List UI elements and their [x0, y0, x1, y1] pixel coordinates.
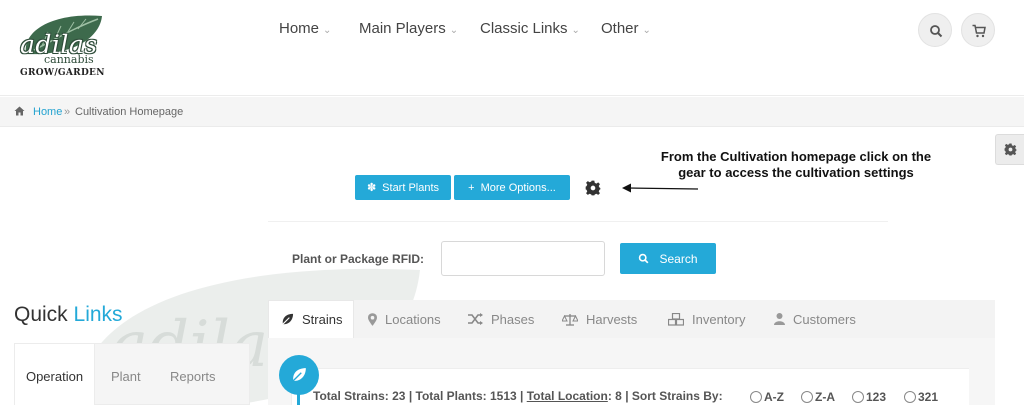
- tab-reports[interactable]: Reports: [170, 344, 216, 405]
- annotation-note: From the Cultivation homepage click on t…: [660, 149, 932, 180]
- nav-item-classic-links[interactable]: Classic Links ⌄: [480, 20, 580, 37]
- sprout-icon: ✽: [366, 182, 377, 194]
- shuffle-icon: [468, 313, 483, 325]
- sort-option-z-a[interactable]: Z-A: [801, 390, 835, 404]
- tab-inventory[interactable]: Inventory: [668, 300, 745, 338]
- search-submit-button[interactable]: Search: [620, 243, 716, 274]
- side-settings-tab[interactable]: [995, 134, 1024, 165]
- sort-option-a-z[interactable]: A-Z: [750, 390, 784, 404]
- cultivation-settings-gear-icon[interactable]: [585, 180, 601, 196]
- total-plants: Total Plants: 1513: [415, 389, 517, 403]
- chevron-down-icon: ⌄: [323, 25, 332, 36]
- scale-icon: [562, 313, 578, 326]
- leaf-icon: [291, 368, 306, 383]
- search-icon: [930, 25, 943, 38]
- radio-icon: [904, 391, 916, 403]
- start-plants-button[interactable]: ✽ Start Plants: [355, 175, 451, 200]
- nav-item-home[interactable]: Home ⌄: [279, 20, 331, 37]
- sort-label: Sort Strains By:: [631, 389, 723, 403]
- section-divider: [268, 221, 888, 222]
- total-location-link[interactable]: Total Location: [527, 389, 608, 403]
- adilas-logo[interactable]: adilas cannabis GROW/GARDEN: [14, 10, 110, 80]
- cultivation-tabs: Strains Locations Phases Harvests Invent…: [268, 300, 995, 338]
- radio-icon: [750, 391, 762, 403]
- leaf-icon: [281, 313, 294, 326]
- breadcrumb: Home » Cultivation Homepage: [0, 97, 1024, 127]
- gear-icon: [1004, 143, 1017, 156]
- sort-option-123[interactable]: 123: [852, 390, 886, 404]
- cart-icon: [972, 24, 986, 38]
- chevron-down-icon: ⌄: [642, 25, 651, 36]
- search-icon: [639, 253, 649, 264]
- map-pin-icon: [368, 312, 377, 326]
- quick-links-title: Quick Links: [14, 303, 123, 326]
- search-button[interactable]: [918, 13, 952, 47]
- radio-icon: [801, 391, 813, 403]
- nav-item-other[interactable]: Other ⌄: [601, 20, 651, 37]
- annotation-arrow-icon: [622, 183, 699, 193]
- site-header: adilas cannabis GROW/GARDEN Home ⌄ Main P…: [0, 0, 1024, 96]
- logo-tagline: GROW/GARDEN: [20, 68, 105, 78]
- cart-button[interactable]: [961, 13, 995, 47]
- tab-phases[interactable]: Phases: [468, 300, 534, 338]
- radio-icon: [852, 391, 864, 403]
- breadcrumb-home-link[interactable]: Home: [33, 106, 62, 118]
- tab-strains[interactable]: Strains: [268, 300, 354, 338]
- home-icon: [14, 106, 25, 116]
- cubes-icon: [668, 312, 684, 326]
- breadcrumb-separator: »: [64, 106, 71, 118]
- tab-plant[interactable]: Plant: [111, 344, 141, 405]
- more-options-button[interactable]: + More Options...: [454, 175, 570, 200]
- user-icon: [774, 313, 785, 325]
- logo-subtitle: cannabis: [44, 53, 94, 66]
- quick-links-tabs: Operation Plant Reports: [14, 343, 250, 405]
- total-strains: Total Strains: 23: [313, 389, 406, 403]
- timeline-stem: [297, 394, 300, 405]
- plus-icon: +: [468, 181, 475, 194]
- tab-harvests[interactable]: Harvests: [562, 300, 637, 338]
- chevron-down-icon: ⌄: [449, 25, 459, 36]
- sort-option-321[interactable]: 321: [904, 390, 938, 404]
- rfid-label: Plant or Package RFID:: [292, 252, 425, 266]
- tab-locations[interactable]: Locations: [368, 300, 441, 338]
- nav-item-main-players[interactable]: Main Players ⌄: [359, 20, 458, 37]
- total-location-value: : 8: [607, 389, 622, 403]
- tab-operation[interactable]: Operation: [15, 344, 95, 405]
- tab-customers[interactable]: Customers: [774, 300, 856, 338]
- chevron-down-icon: ⌄: [571, 25, 580, 36]
- rfid-input[interactable]: [441, 241, 605, 276]
- breadcrumb-current: Cultivation Homepage: [75, 106, 184, 118]
- strains-stats: Total Strains: 23 | Total Plants: 1513 |…: [313, 389, 723, 403]
